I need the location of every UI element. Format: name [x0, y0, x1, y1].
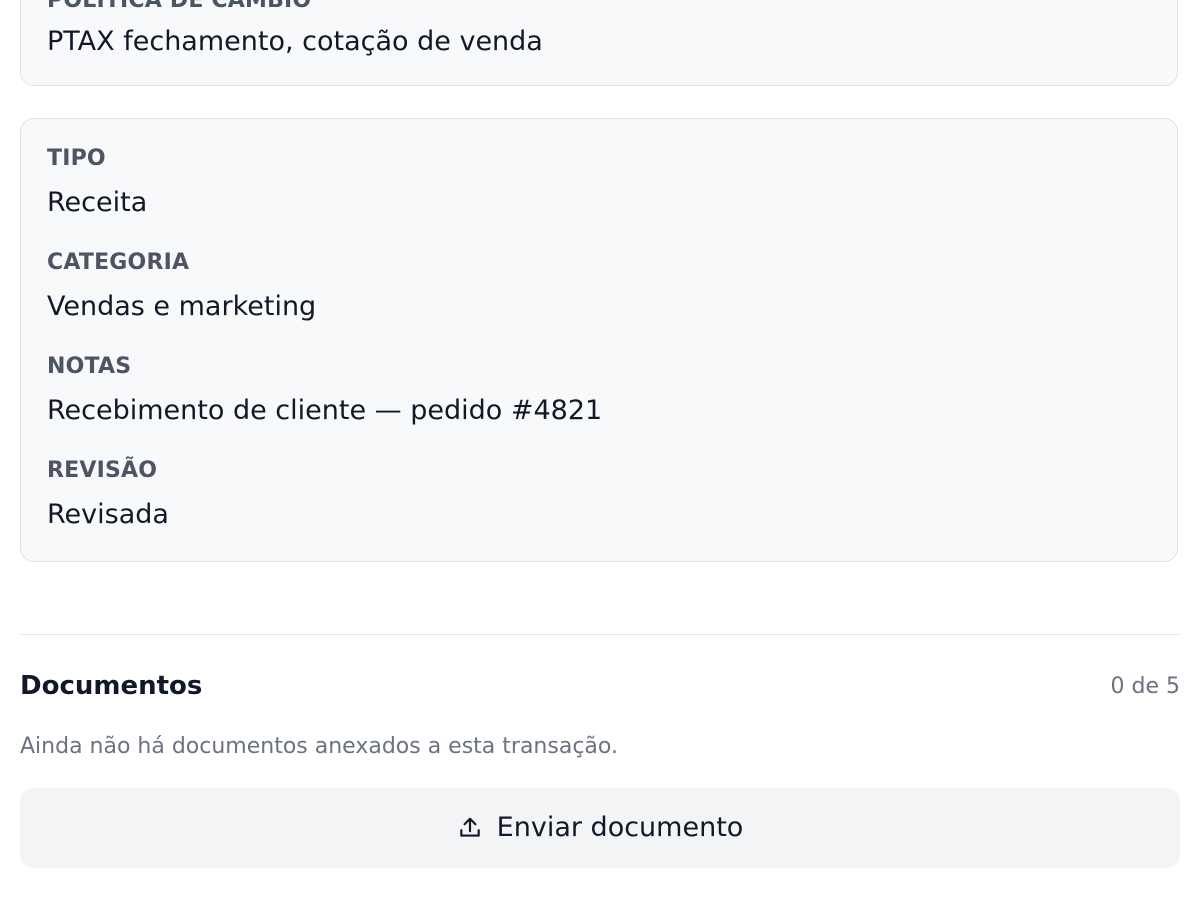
- transaction-details-card: TIPO Receita CATEGORIA Vendas e marketin…: [20, 118, 1178, 562]
- transaction-detail-page: POLÍTICA DE CÂMBIO PTAX fechamento, cota…: [0, 0, 1200, 900]
- category-value: Vendas e marketing: [47, 291, 317, 322]
- exchange-policy-card: POLÍTICA DE CÂMBIO PTAX fechamento, cota…: [20, 0, 1178, 86]
- notes-value: Recebimento de cliente — pedido #4821: [47, 395, 603, 426]
- upload-icon: [457, 815, 483, 841]
- category-label: CATEGORIA: [47, 250, 190, 275]
- documents-title: Documentos: [20, 671, 203, 701]
- type-value: Receita: [47, 187, 148, 218]
- upload-document-button[interactable]: Enviar documento: [20, 788, 1180, 868]
- notes-label: NOTAS: [47, 354, 132, 379]
- exchange-policy-label: POLÍTICA DE CÂMBIO: [47, 0, 312, 13]
- review-label: REVISÃO: [47, 458, 158, 483]
- section-divider: [20, 634, 1180, 635]
- upload-document-label: Enviar documento: [496, 812, 744, 843]
- exchange-policy-value: PTAX fechamento, cotação de venda: [47, 26, 543, 57]
- type-label: TIPO: [47, 146, 106, 171]
- documents-count: 0 de 5: [1110, 674, 1180, 699]
- documents-empty-message: Ainda não há documentos anexados a esta …: [20, 734, 618, 759]
- review-value: Revisada: [47, 499, 169, 530]
